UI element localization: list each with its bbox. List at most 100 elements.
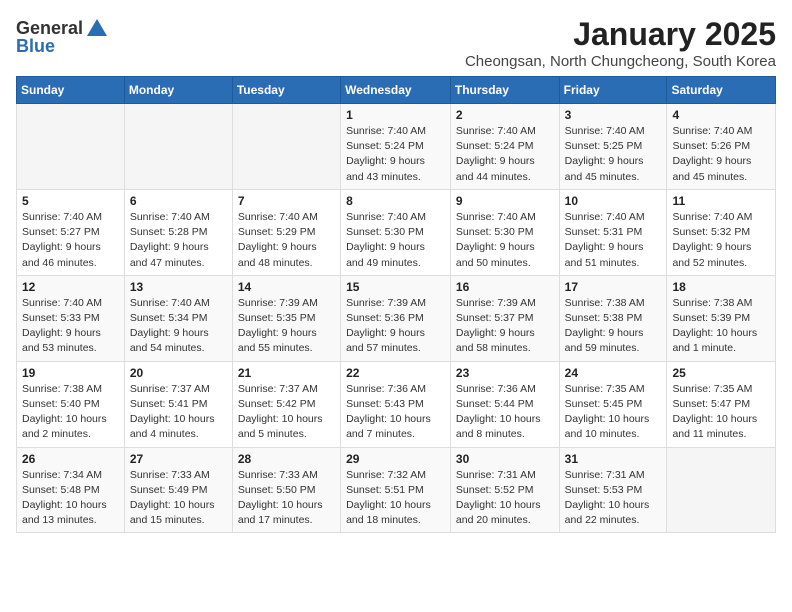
weekday-header-monday: Monday xyxy=(124,77,232,104)
calendar-cell: 12 Sunrise: 7:40 AM Sunset: 5:33 PM Dayli… xyxy=(17,275,125,361)
day-info: Sunrise: 7:31 AM Sunset: 5:52 PM Dayligh… xyxy=(456,468,554,529)
day-number: 12 xyxy=(22,280,119,294)
day-info: Sunrise: 7:40 AM Sunset: 5:30 PM Dayligh… xyxy=(456,210,554,271)
calendar-cell: 25 Sunrise: 7:35 AM Sunset: 5:47 PM Dayli… xyxy=(667,361,776,447)
calendar-cell: 21 Sunrise: 7:37 AM Sunset: 5:42 PM Dayli… xyxy=(232,361,340,447)
day-number: 5 xyxy=(22,194,119,208)
day-number: 27 xyxy=(130,452,227,466)
day-number: 19 xyxy=(22,366,119,380)
day-info: Sunrise: 7:36 AM Sunset: 5:43 PM Dayligh… xyxy=(346,382,445,443)
calendar-cell: 30 Sunrise: 7:31 AM Sunset: 5:52 PM Dayli… xyxy=(450,447,559,533)
day-info: Sunrise: 7:36 AM Sunset: 5:44 PM Dayligh… xyxy=(456,382,554,443)
day-info: Sunrise: 7:33 AM Sunset: 5:50 PM Dayligh… xyxy=(238,468,335,529)
day-info: Sunrise: 7:40 AM Sunset: 5:28 PM Dayligh… xyxy=(130,210,227,271)
calendar-cell: 23 Sunrise: 7:36 AM Sunset: 5:44 PM Dayli… xyxy=(450,361,559,447)
calendar-cell: 3 Sunrise: 7:40 AM Sunset: 5:25 PM Daylig… xyxy=(559,104,667,190)
calendar-cell: 10 Sunrise: 7:40 AM Sunset: 5:31 PM Dayli… xyxy=(559,189,667,275)
day-number: 10 xyxy=(565,194,662,208)
calendar-cell: 6 Sunrise: 7:40 AM Sunset: 5:28 PM Daylig… xyxy=(124,189,232,275)
calendar-cell: 14 Sunrise: 7:39 AM Sunset: 5:35 PM Dayli… xyxy=(232,275,340,361)
weekday-header-saturday: Saturday xyxy=(667,77,776,104)
calendar-cell: 2 Sunrise: 7:40 AM Sunset: 5:24 PM Daylig… xyxy=(450,104,559,190)
day-info: Sunrise: 7:39 AM Sunset: 5:37 PM Dayligh… xyxy=(456,296,554,357)
calendar-table: SundayMondayTuesdayWednesdayThursdayFrid… xyxy=(16,76,776,533)
day-number: 3 xyxy=(565,108,662,122)
day-info: Sunrise: 7:40 AM Sunset: 5:30 PM Dayligh… xyxy=(346,210,445,271)
day-number: 23 xyxy=(456,366,554,380)
day-number: 16 xyxy=(456,280,554,294)
day-info: Sunrise: 7:39 AM Sunset: 5:35 PM Dayligh… xyxy=(238,296,335,357)
calendar-cell: 4 Sunrise: 7:40 AM Sunset: 5:26 PM Daylig… xyxy=(667,104,776,190)
day-number: 21 xyxy=(238,366,335,380)
calendar-cell: 31 Sunrise: 7:31 AM Sunset: 5:53 PM Dayli… xyxy=(559,447,667,533)
calendar-cell: 18Sunrise: 7:38 AM Sunset: 5:39 PM Dayli… xyxy=(667,275,776,361)
weekday-header-tuesday: Tuesday xyxy=(232,77,340,104)
logo-icon xyxy=(85,16,109,40)
day-number: 24 xyxy=(565,366,662,380)
day-number: 9 xyxy=(456,194,554,208)
day-number: 1 xyxy=(346,108,445,122)
day-number: 7 xyxy=(238,194,335,208)
day-info: Sunrise: 7:38 AM Sunset: 5:39 PM Dayligh… xyxy=(672,296,770,357)
day-number: 6 xyxy=(130,194,227,208)
calendar-cell: 13 Sunrise: 7:40 AM Sunset: 5:34 PM Dayli… xyxy=(124,275,232,361)
calendar-header: SundayMondayTuesdayWednesdayThursdayFrid… xyxy=(17,77,776,104)
calendar-cell: 27Sunrise: 7:33 AM Sunset: 5:49 PM Dayli… xyxy=(124,447,232,533)
calendar-week-3: 12 Sunrise: 7:40 AM Sunset: 5:33 PM Dayli… xyxy=(17,275,776,361)
calendar-cell: 7 Sunrise: 7:40 AM Sunset: 5:29 PM Daylig… xyxy=(232,189,340,275)
day-number: 8 xyxy=(346,194,445,208)
calendar-cell: 20Sunrise: 7:37 AM Sunset: 5:41 PM Dayli… xyxy=(124,361,232,447)
calendar-cell: 28 Sunrise: 7:33 AM Sunset: 5:50 PM Dayli… xyxy=(232,447,340,533)
calendar-cell xyxy=(232,104,340,190)
day-number: 13 xyxy=(130,280,227,294)
day-info: Sunrise: 7:40 AM Sunset: 5:24 PM Dayligh… xyxy=(346,124,445,185)
calendar-cell: 29Sunrise: 7:32 AM Sunset: 5:51 PM Dayli… xyxy=(341,447,451,533)
title-area: January 2025 Cheongsan, North Chungcheon… xyxy=(465,16,776,70)
day-info: Sunrise: 7:34 AM Sunset: 5:48 PM Dayligh… xyxy=(22,468,119,529)
location-subtitle: Cheongsan, North Chungcheong, South Kore… xyxy=(465,53,776,70)
day-number: 2 xyxy=(456,108,554,122)
day-info: Sunrise: 7:35 AM Sunset: 5:45 PM Dayligh… xyxy=(565,382,662,443)
day-info: Sunrise: 7:40 AM Sunset: 5:33 PM Dayligh… xyxy=(22,296,119,357)
weekday-header-wednesday: Wednesday xyxy=(341,77,451,104)
calendar-cell: 8 Sunrise: 7:40 AM Sunset: 5:30 PM Daylig… xyxy=(341,189,451,275)
day-number: 28 xyxy=(238,452,335,466)
calendar-cell xyxy=(124,104,232,190)
day-number: 31 xyxy=(565,452,662,466)
day-info: Sunrise: 7:40 AM Sunset: 5:25 PM Dayligh… xyxy=(565,124,662,185)
calendar-cell xyxy=(17,104,125,190)
logo: General Blue xyxy=(16,16,109,57)
day-info: Sunrise: 7:40 AM Sunset: 5:24 PM Dayligh… xyxy=(456,124,554,185)
day-info: Sunrise: 7:31 AM Sunset: 5:53 PM Dayligh… xyxy=(565,468,662,529)
day-info: Sunrise: 7:37 AM Sunset: 5:42 PM Dayligh… xyxy=(238,382,335,443)
day-info: Sunrise: 7:40 AM Sunset: 5:27 PM Dayligh… xyxy=(22,210,119,271)
day-info: Sunrise: 7:40 AM Sunset: 5:34 PM Dayligh… xyxy=(130,296,227,357)
calendar-cell: 16 Sunrise: 7:39 AM Sunset: 5:37 PM Dayli… xyxy=(450,275,559,361)
day-number: 22 xyxy=(346,366,445,380)
day-number: 11 xyxy=(672,194,770,208)
day-number: 4 xyxy=(672,108,770,122)
calendar-cell: 11 Sunrise: 7:40 AM Sunset: 5:32 PM Dayli… xyxy=(667,189,776,275)
calendar-cell: 17Sunrise: 7:38 AM Sunset: 5:38 PM Dayli… xyxy=(559,275,667,361)
calendar-cell: 9 Sunrise: 7:40 AM Sunset: 5:30 PM Daylig… xyxy=(450,189,559,275)
day-info: Sunrise: 7:40 AM Sunset: 5:29 PM Dayligh… xyxy=(238,210,335,271)
day-info: Sunrise: 7:40 AM Sunset: 5:31 PM Dayligh… xyxy=(565,210,662,271)
calendar-week-5: 26Sunrise: 7:34 AM Sunset: 5:48 PM Dayli… xyxy=(17,447,776,533)
calendar-cell xyxy=(667,447,776,533)
day-info: Sunrise: 7:35 AM Sunset: 5:47 PM Dayligh… xyxy=(672,382,770,443)
day-number: 25 xyxy=(672,366,770,380)
calendar-cell: 5 Sunrise: 7:40 AM Sunset: 5:27 PM Daylig… xyxy=(17,189,125,275)
calendar-cell: 1 Sunrise: 7:40 AM Sunset: 5:24 PM Daylig… xyxy=(341,104,451,190)
calendar-cell: 24 Sunrise: 7:35 AM Sunset: 5:45 PM Dayli… xyxy=(559,361,667,447)
calendar-week-4: 19Sunrise: 7:38 AM Sunset: 5:40 PM Dayli… xyxy=(17,361,776,447)
weekday-header-friday: Friday xyxy=(559,77,667,104)
calendar-cell: 15Sunrise: 7:39 AM Sunset: 5:36 PM Dayli… xyxy=(341,275,451,361)
day-number: 14 xyxy=(238,280,335,294)
day-info: Sunrise: 7:40 AM Sunset: 5:32 PM Dayligh… xyxy=(672,210,770,271)
day-info: Sunrise: 7:39 AM Sunset: 5:36 PM Dayligh… xyxy=(346,296,445,357)
day-number: 30 xyxy=(456,452,554,466)
day-info: Sunrise: 7:40 AM Sunset: 5:26 PM Dayligh… xyxy=(672,124,770,185)
day-info: Sunrise: 7:38 AM Sunset: 5:38 PM Dayligh… xyxy=(565,296,662,357)
calendar-cell: 26Sunrise: 7:34 AM Sunset: 5:48 PM Dayli… xyxy=(17,447,125,533)
day-number: 20 xyxy=(130,366,227,380)
